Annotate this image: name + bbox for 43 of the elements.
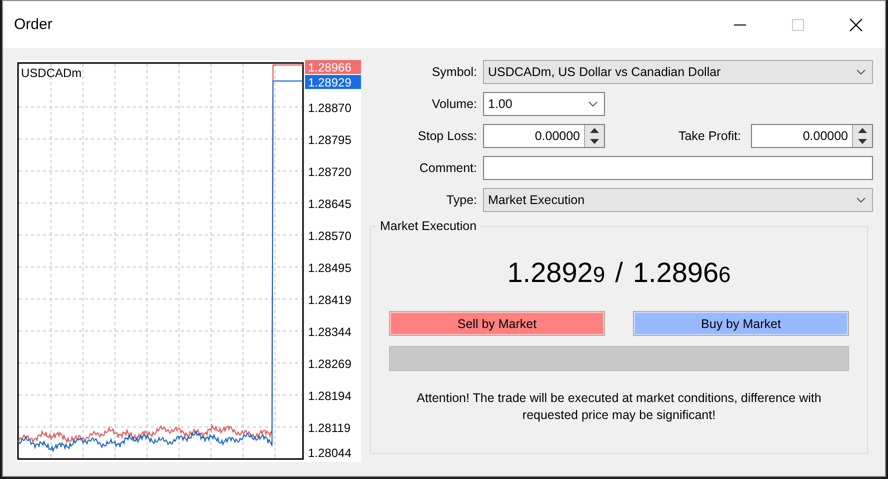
- chart-symbol: USDCADm: [21, 66, 82, 80]
- close-icon: [849, 18, 863, 32]
- window-title: Order: [14, 16, 54, 33]
- ask-price-tag: 1.28966: [305, 60, 361, 74]
- comment-field[interactable]: [483, 156, 873, 180]
- stop-loss-field[interactable]: 0.00000: [483, 124, 605, 148]
- field-label: Stop Loss:: [416, 129, 477, 143]
- price-axis-label: 1.28419: [308, 293, 352, 307]
- field-label: Volume:: [430, 97, 477, 111]
- price-axis-label: 1.28495: [308, 261, 352, 275]
- group-title: Market Execution: [377, 219, 480, 233]
- price-axis-label: 1.28645: [308, 197, 352, 211]
- bid-price-tag: 1.28929: [305, 75, 361, 90]
- price-axis-label: 1.28795: [308, 133, 352, 147]
- price-axis-label: 1.28269: [308, 357, 352, 371]
- volume-dropdown[interactable]: 1.00: [483, 92, 605, 116]
- chevron-down-icon: [856, 69, 866, 75]
- take-profit-field[interactable]: 0.00000: [751, 124, 873, 148]
- price-axis-label: 1.28119: [308, 421, 350, 435]
- symbol-dropdown[interactable]: USDCADm, US Dollar vs Canadian Dollar: [483, 60, 873, 84]
- price-axis-label: 1.28044: [308, 446, 352, 460]
- type-dropdown[interactable]: Market Execution: [483, 188, 873, 212]
- ask-price: 1.28966: [632, 257, 731, 289]
- spinner-buttons[interactable]: [852, 125, 872, 147]
- bid-price: 1.28929: [507, 257, 606, 289]
- maximize-icon: [792, 18, 804, 30]
- buy-button[interactable]: Buy by Market: [633, 311, 849, 336]
- minimize-icon: [734, 24, 746, 26]
- price-axis-label: 1.28870: [308, 101, 352, 115]
- price-axis-label: 1.28570: [308, 229, 352, 243]
- warning-text: Attention! The trade will be executed at market conditions, difference with requested price may be significant!: [416, 390, 822, 424]
- field-label: Take Profit:: [678, 129, 741, 143]
- price-axis-label: 1.28194: [308, 389, 352, 403]
- field-label: Symbol:: [430, 65, 477, 79]
- spinner-buttons[interactable]: [584, 125, 604, 147]
- field-label: Comment:: [418, 161, 477, 175]
- chevron-down-icon: [588, 101, 598, 107]
- sell-button[interactable]: Sell by Market: [389, 311, 605, 336]
- chevron-down-icon: [856, 197, 866, 203]
- price-axis-label: 1.28720: [308, 165, 352, 179]
- price-separator: /: [615, 257, 623, 289]
- field-label: Type:: [445, 193, 477, 207]
- price-axis-label: 1.28344: [308, 325, 352, 339]
